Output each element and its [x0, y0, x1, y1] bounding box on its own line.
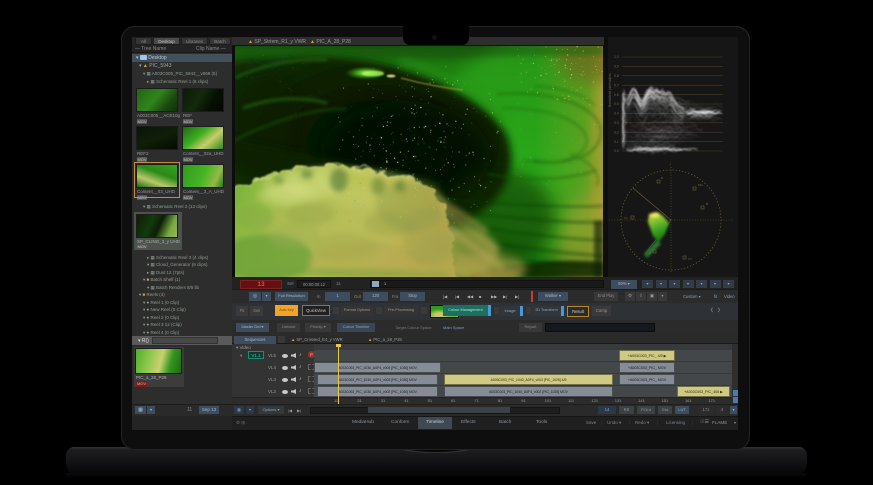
svg-text:0.1: 0.1	[614, 140, 619, 144]
svg-text:Normalized pixel values: Normalized pixel values	[608, 73, 612, 107]
svg-text:1.0: 1.0	[614, 55, 619, 59]
svg-text:B: B	[706, 202, 708, 206]
svg-text:0.3: 0.3	[614, 121, 619, 125]
svg-text:0.2: 0.2	[614, 130, 619, 134]
svg-text:0.5: 0.5	[614, 102, 619, 106]
svg-text:CY: CY	[688, 257, 692, 261]
svg-text:YL: YL	[624, 216, 628, 220]
svg-text:0.8: 0.8	[614, 74, 619, 78]
svg-text:+: +	[670, 162, 672, 166]
svg-text:R: R	[661, 176, 664, 180]
svg-text:MG: MG	[698, 183, 703, 187]
svg-text:0.6: 0.6	[614, 93, 619, 97]
svg-text:0.7: 0.7	[614, 83, 619, 87]
svg-text:0.0: 0.0	[614, 149, 619, 153]
svg-text:0.4: 0.4	[614, 112, 619, 116]
svg-text:0.9: 0.9	[614, 65, 619, 69]
